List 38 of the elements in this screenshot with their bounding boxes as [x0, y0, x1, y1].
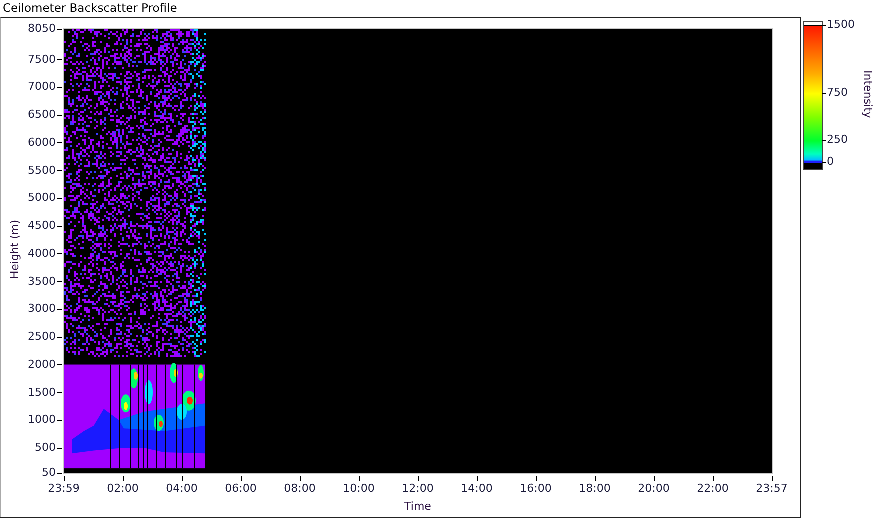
x-tick-label: 16:00: [519, 482, 553, 495]
y-tick-label: 1500: [27, 384, 56, 401]
y-tick-label: 6500: [27, 107, 56, 124]
y-tick-label: 3500: [27, 274, 56, 290]
x-tick-label: 06:00: [224, 482, 258, 495]
x-tick-label: 20:00: [637, 482, 671, 495]
y-tick-label: 8050: [27, 21, 56, 37]
y-tick-label: 5500: [27, 162, 56, 179]
x-tick-label: 22:00: [696, 482, 730, 495]
color-scale-label: 1500: [827, 18, 855, 32]
y-tick-label: 50: [41, 465, 56, 481]
x-tick-label: 14:00: [460, 482, 494, 495]
x-tick-label: 08:00: [283, 482, 317, 495]
y-tick-label: 500: [34, 440, 56, 456]
x-tick-label: 23:57: [755, 482, 789, 495]
y-tick-label: 4500: [27, 218, 56, 234]
x-tick-label: 02:00: [106, 482, 140, 495]
y-tick-label: 3000: [27, 301, 56, 318]
x-tick-label: 10:00: [342, 482, 376, 495]
color-scale-label: 750: [827, 86, 848, 100]
x-axis-title: Time: [404, 500, 432, 513]
y-tick-label: 5000: [27, 190, 56, 206]
y-tick-label: 2500: [27, 329, 56, 346]
y-tick-label: 2000: [27, 356, 56, 373]
color-scale-label: 0: [827, 155, 834, 170]
y-tick-label: 4000: [27, 246, 56, 262]
x-tick-label: 04:00: [165, 482, 199, 495]
y-tick-label: 7000: [27, 79, 56, 96]
color-scale-label: 250: [827, 133, 848, 148]
x-tick-label: 23:59: [47, 482, 81, 495]
y-tick-label: 1000: [27, 412, 56, 428]
x-tick-label: 18:00: [578, 482, 612, 495]
y-tick-label: 7500: [27, 52, 56, 68]
graph-title: Ceilometer Backscatter Profile: [3, 1, 178, 15]
y-axis-title: Height (m): [8, 218, 22, 282]
x-tick-label: 12:00: [401, 482, 435, 495]
y-tick-label: 6000: [27, 134, 56, 151]
color-scale-title: Intensity: [862, 70, 874, 120]
